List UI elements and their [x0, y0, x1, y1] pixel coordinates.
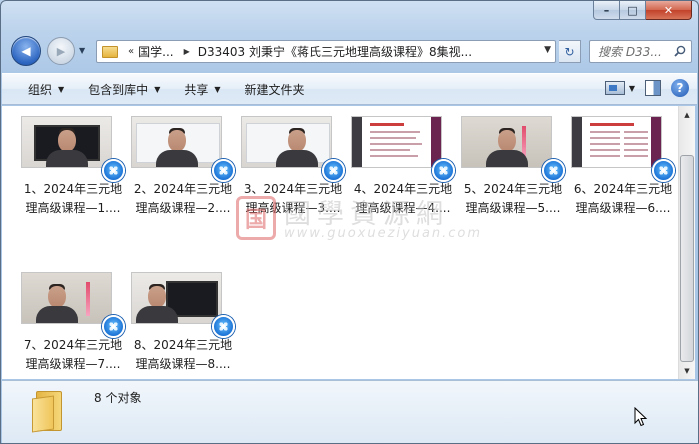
video-thumbnail	[131, 116, 222, 168]
video-thumbnail	[351, 116, 442, 168]
explorer-window: – □ ✕ ◀ ▶ ▼ « 国学... ▶ D33403 刘秉宁《蒋氏三元地理高…	[0, 0, 699, 444]
file-name: 7、2024年三元地 理高级课程—7....	[23, 338, 123, 371]
item-count: 8 个对象	[94, 391, 142, 405]
organize-label: 组织	[28, 82, 53, 97]
chevron-down-icon: ▼	[154, 84, 161, 94]
chevron-down-icon: ▼	[58, 84, 65, 94]
details-pane: 8 个对象	[2, 380, 698, 443]
share-label: 共享	[184, 82, 209, 97]
folder-icon	[32, 389, 66, 433]
video-file-icon	[652, 159, 675, 182]
caption-buttons: – □ ✕	[593, 1, 692, 20]
file-name: 4、2024年三元地 理高级课程—4....	[353, 182, 453, 215]
video-file-icon	[322, 159, 345, 182]
scrollbar-thumb[interactable]	[680, 155, 694, 362]
new-folder-label: 新建文件夹	[244, 82, 305, 97]
video-file-icon	[212, 315, 235, 338]
forward-arrow-icon: ▶	[56, 44, 66, 58]
search-box[interactable]	[589, 40, 692, 63]
address-overflow[interactable]: «	[128, 46, 134, 57]
folder-icon	[102, 45, 118, 58]
mouse-cursor-icon	[634, 407, 648, 427]
share-menu[interactable]: 共享 ▼	[172, 74, 232, 104]
video-thumbnail	[21, 116, 112, 168]
watermark-url: www.guoxueziyuan.com	[284, 226, 483, 241]
chevron-down-icon: ▼	[214, 84, 221, 94]
file-name: 8、2024年三元地 理高级课程—8....	[133, 338, 233, 371]
breadcrumb-segment[interactable]: D33403 刘秉宁《蒋氏三元地理高级课程》8集视...	[198, 43, 472, 60]
new-folder-button[interactable]: 新建文件夹	[233, 74, 317, 104]
change-view-icon[interactable]	[604, 81, 625, 95]
preview-pane-icon[interactable]	[645, 80, 661, 96]
file-name: 2、2024年三元地 理高级课程—2....	[133, 182, 233, 215]
include-in-library-menu[interactable]: 包含到库中 ▼	[76, 74, 172, 104]
file-name: 6、2024年三元地 理高级课程—6....	[573, 182, 673, 215]
video-thumbnail	[21, 272, 112, 324]
video-file-icon	[102, 159, 125, 182]
close-button[interactable]: ✕	[646, 1, 692, 20]
view-options-dropdown-icon[interactable]: ▼	[629, 84, 635, 93]
video-file-icon	[432, 159, 455, 182]
vertical-scrollbar[interactable]: ▲ ▼	[678, 106, 695, 379]
address-dropdown-icon[interactable]: ▼	[544, 45, 551, 55]
refresh-icon: ↻	[564, 44, 575, 59]
address-bar[interactable]: « 国学... ▶ D33403 刘秉宁《蒋氏三元地理高级课程》8集视... ▼	[96, 40, 556, 63]
video-file-icon	[102, 315, 125, 338]
video-thumbnail	[461, 116, 552, 168]
video-file-icon	[212, 159, 235, 182]
file-name: 5、2024年三元地 理高级课程—5....	[463, 182, 563, 215]
scroll-up-button[interactable]: ▲	[679, 106, 695, 123]
back-arrow-icon: ◀	[21, 44, 31, 58]
minimize-button[interactable]: –	[593, 1, 620, 20]
breadcrumb-separator-icon[interactable]: ▶	[184, 47, 190, 56]
navigation-bar: ◀ ▶ ▼ « 国学... ▶ D33403 刘秉宁《蒋氏三元地理高级课程》8集…	[1, 33, 698, 69]
forward-button[interactable]: ▶	[47, 37, 75, 65]
back-button[interactable]: ◀	[11, 36, 41, 66]
video-file-icon	[542, 159, 565, 182]
scroll-down-button[interactable]: ▼	[679, 362, 695, 379]
command-bar: 组织 ▼ 包含到库中 ▼ 共享 ▼ 新建文件夹 ▼ ?	[2, 73, 697, 105]
video-thumbnail	[571, 116, 662, 168]
video-thumbnail	[241, 116, 332, 168]
breadcrumb-segment[interactable]: 国学...	[138, 43, 173, 60]
file-name: 3、2024年三元地 理高级课程—3....	[243, 182, 343, 215]
refresh-button[interactable]: ↻	[559, 40, 581, 63]
maximize-button[interactable]: □	[620, 1, 646, 20]
view-controls: ▼ ?	[604, 79, 689, 97]
file-name: 1、2024年三元地 理高级课程—1....	[23, 182, 123, 215]
include-in-library-label: 包含到库中	[88, 82, 149, 97]
video-thumbnail	[131, 272, 222, 324]
search-icon[interactable]	[674, 45, 686, 57]
search-input[interactable]	[598, 44, 668, 59]
recent-pages-button[interactable]: ▼	[79, 46, 89, 56]
file-list[interactable]: 1、2024年三元地 理高级课程—1.... 2、2024年三元地 理高级课程—2.…	[2, 106, 678, 379]
organize-menu[interactable]: 组织 ▼	[2, 74, 76, 104]
help-icon[interactable]: ?	[671, 79, 689, 97]
